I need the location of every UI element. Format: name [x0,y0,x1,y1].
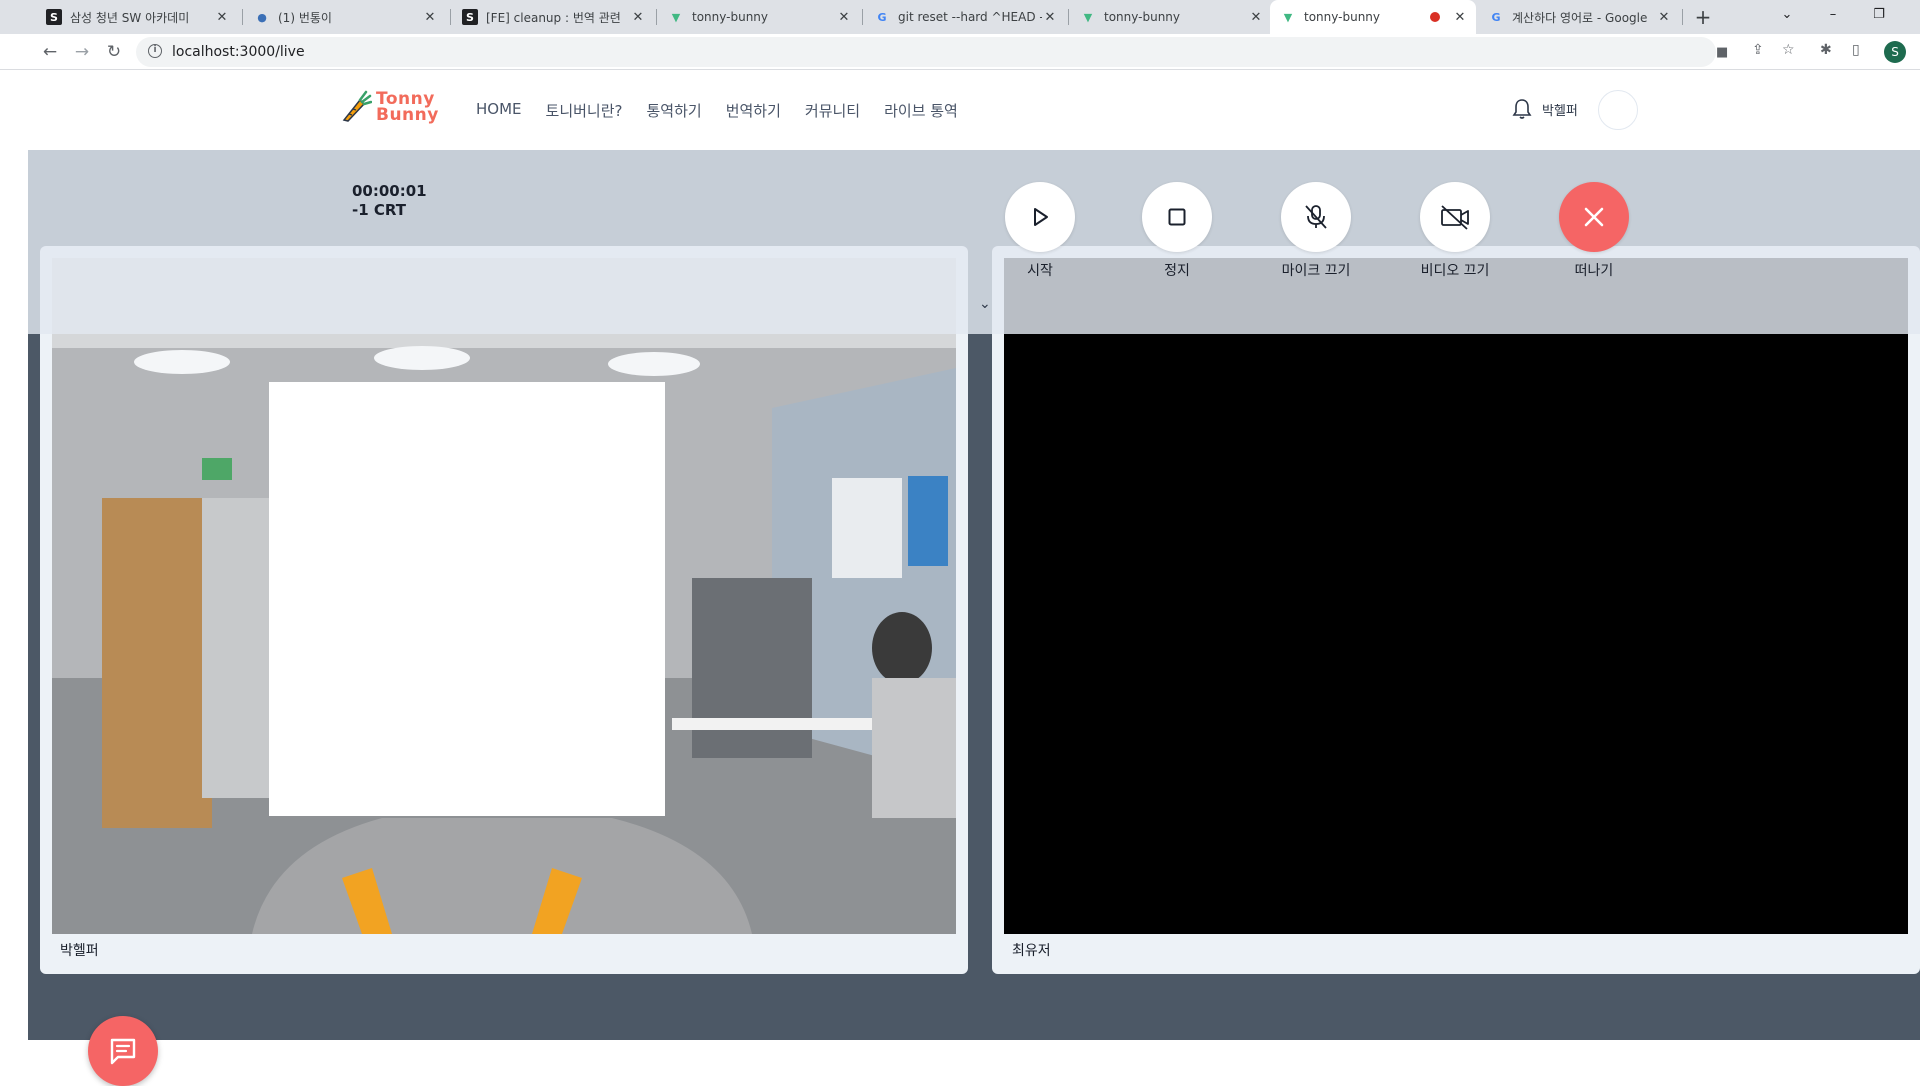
vue-icon: ▼ [1083,10,1093,24]
chat-icon [110,1038,136,1065]
tab-title: 삼성 청년 SW 아카데미 [70,10,190,25]
video-off-label: 비디오 끄기 [1420,263,1490,279]
chevron-down-icon[interactable]: ⌄ [979,296,991,312]
local-video [52,258,956,934]
nav-community[interactable]: 커뮤니티 [805,100,860,121]
start-button[interactable]: 시작 [1000,182,1080,280]
tab-title: [FE] cleanup : 번역 관련 [486,10,621,25]
mic-off-button[interactable]: 마이크 끄기 [1276,182,1356,280]
start-label: 시작 [1027,263,1053,279]
tab-title: 계산하다 영어로 - Google [1512,10,1648,25]
nav-about[interactable]: 토니버니란? [546,100,623,121]
nav-translate[interactable]: 번역하기 [726,100,781,121]
minimize-icon[interactable]: – [1810,0,1856,34]
video-off-button[interactable]: 비디오 끄기 [1415,182,1495,280]
tab-search-icon[interactable]: ⌄ [1764,0,1810,34]
remote-video-panel: 최유저 [992,246,1920,974]
stop-icon [1168,208,1186,226]
nav-live-interpret[interactable]: 라이브 통역 [884,100,958,121]
bookmark-star-icon[interactable]: ☆ [1782,42,1795,58]
ssafy-icon: S [46,9,62,25]
new-tab-button[interactable]: + [1690,4,1716,30]
vue-icon: ▼ [1283,10,1293,24]
remote-video [1004,258,1908,934]
close-icon[interactable]: ✕ [630,10,646,25]
close-icon[interactable]: ✕ [1656,10,1672,25]
chat-button[interactable] [88,1016,158,1086]
share-icon[interactable]: ⇪ [1752,42,1764,58]
user-menu: 박헬퍼 [1512,98,1578,120]
leave-label: 떠나기 [1574,263,1614,279]
remote-participant-name: 최유저 [1012,943,1051,959]
tab-title: tonny-bunny [1304,10,1381,24]
recording-icon [1430,12,1440,22]
redacted-face [269,382,665,816]
logo[interactable]: Tonny Bunny [340,90,439,124]
live-page: Tonny Bunny HOME 토니버니란? 통역하기 번역하기 커뮤니티 라… [28,70,1920,1086]
avatar[interactable] [1598,90,1638,130]
close-icon [1584,207,1604,227]
browser-tab[interactable]: S [FE] cleanup : 번역 관련 ✕ [452,0,654,34]
vue-icon: ▼ [671,10,681,24]
carrot-icon [342,90,372,122]
browser-tab[interactable]: ▼ tonny-bunny ✕ [658,0,860,34]
nav-interpret[interactable]: 통역하기 [646,100,701,121]
camera-in-use-icon[interactable]: ■ [1716,45,1728,60]
close-icon[interactable]: ✕ [1452,10,1468,25]
browser-tab[interactable]: G 계산하다 영어로 - Google ✕ [1478,0,1680,34]
credit: -1 CRT [352,201,407,219]
video-off-icon [1441,205,1469,230]
profile-avatar[interactable]: S [1884,41,1906,63]
site-info-icon[interactable]: i [148,44,162,58]
browser-tab[interactable]: G git reset --hard ^HEAD - ✕ [864,0,1066,34]
tab-title: git reset --hard ^HEAD - [898,10,1042,24]
tab-title: tonny-bunny [1104,10,1181,24]
address-bar[interactable]: i localhost:3000/live ■ [136,37,1728,67]
close-icon[interactable]: ✕ [836,10,852,25]
main-nav: HOME 토니버니란? 통역하기 번역하기 커뮤니티 라이브 통역 [476,100,958,121]
reload-icon[interactable]: ↻ [102,40,126,64]
bell-icon[interactable] [1512,98,1532,120]
mic-off-label: 마이크 끄기 [1281,263,1351,279]
mic-off-icon [1305,205,1327,229]
stop-button[interactable]: 정지 [1137,182,1217,280]
close-icon[interactable]: ✕ [1042,10,1058,25]
browser-tab-strip: S 삼성 청년 SW 아카데미 ✕ ● (1) 번통이 ✕ S [FE] cle… [0,0,1920,34]
close-icon[interactable]: ✕ [1248,10,1264,25]
side-panel-icon[interactable]: ▯ [1852,42,1860,58]
play-icon [1034,208,1048,226]
username[interactable]: 박헬퍼 [1542,100,1578,119]
site-header: Tonny Bunny HOME 토니버니란? 통역하기 번역하기 커뮤니티 라… [28,70,1920,150]
local-participant-name: 박헬퍼 [60,943,99,959]
close-icon[interactable]: ✕ [214,10,230,25]
session-info: 00:00:01 -1 CRT [352,182,427,220]
devtools-icon: ● [257,10,267,24]
logo-text-line2: Bunny [376,105,439,125]
browser-tab[interactable]: ● (1) 번통이 ✕ [244,0,446,34]
extensions-icon[interactable]: ✱ [1820,42,1832,58]
browser-tab[interactable]: S 삼성 청년 SW 아카데미 ✕ [36,0,238,34]
browser-tab[interactable]: ▼ tonny-bunny ✕ [1070,0,1272,34]
leave-button[interactable]: 떠나기 [1554,182,1634,280]
tab-title: (1) 번통이 [278,10,332,25]
local-video-panel: 박헬퍼 [40,246,968,974]
close-icon[interactable]: ✕ [422,10,438,25]
stop-label: 정지 [1164,263,1190,279]
ssafy-icon: S [462,9,478,25]
back-icon[interactable]: ← [38,40,62,64]
browser-tab-active[interactable]: ▼ tonny-bunny ✕ [1270,0,1476,34]
timer: 00:00:01 [352,182,427,200]
restore-icon[interactable]: ❐ [1856,0,1902,34]
tab-title: tonny-bunny [692,10,769,24]
google-icon: G [877,10,887,24]
browser-toolbar: ← → ↻ i localhost:3000/live ■ ⇪ ☆ ✱ ▯ S [0,34,1920,70]
nav-home[interactable]: HOME [476,100,522,121]
control-bar: 00:00:01 -1 CRT 시작 정지 마이크 끄기 비디오 끄기 떠나기 [28,150,1920,334]
forward-icon[interactable]: → [70,40,94,64]
google-icon: G [1491,10,1501,24]
url-text[interactable]: localhost:3000/live [172,44,305,60]
